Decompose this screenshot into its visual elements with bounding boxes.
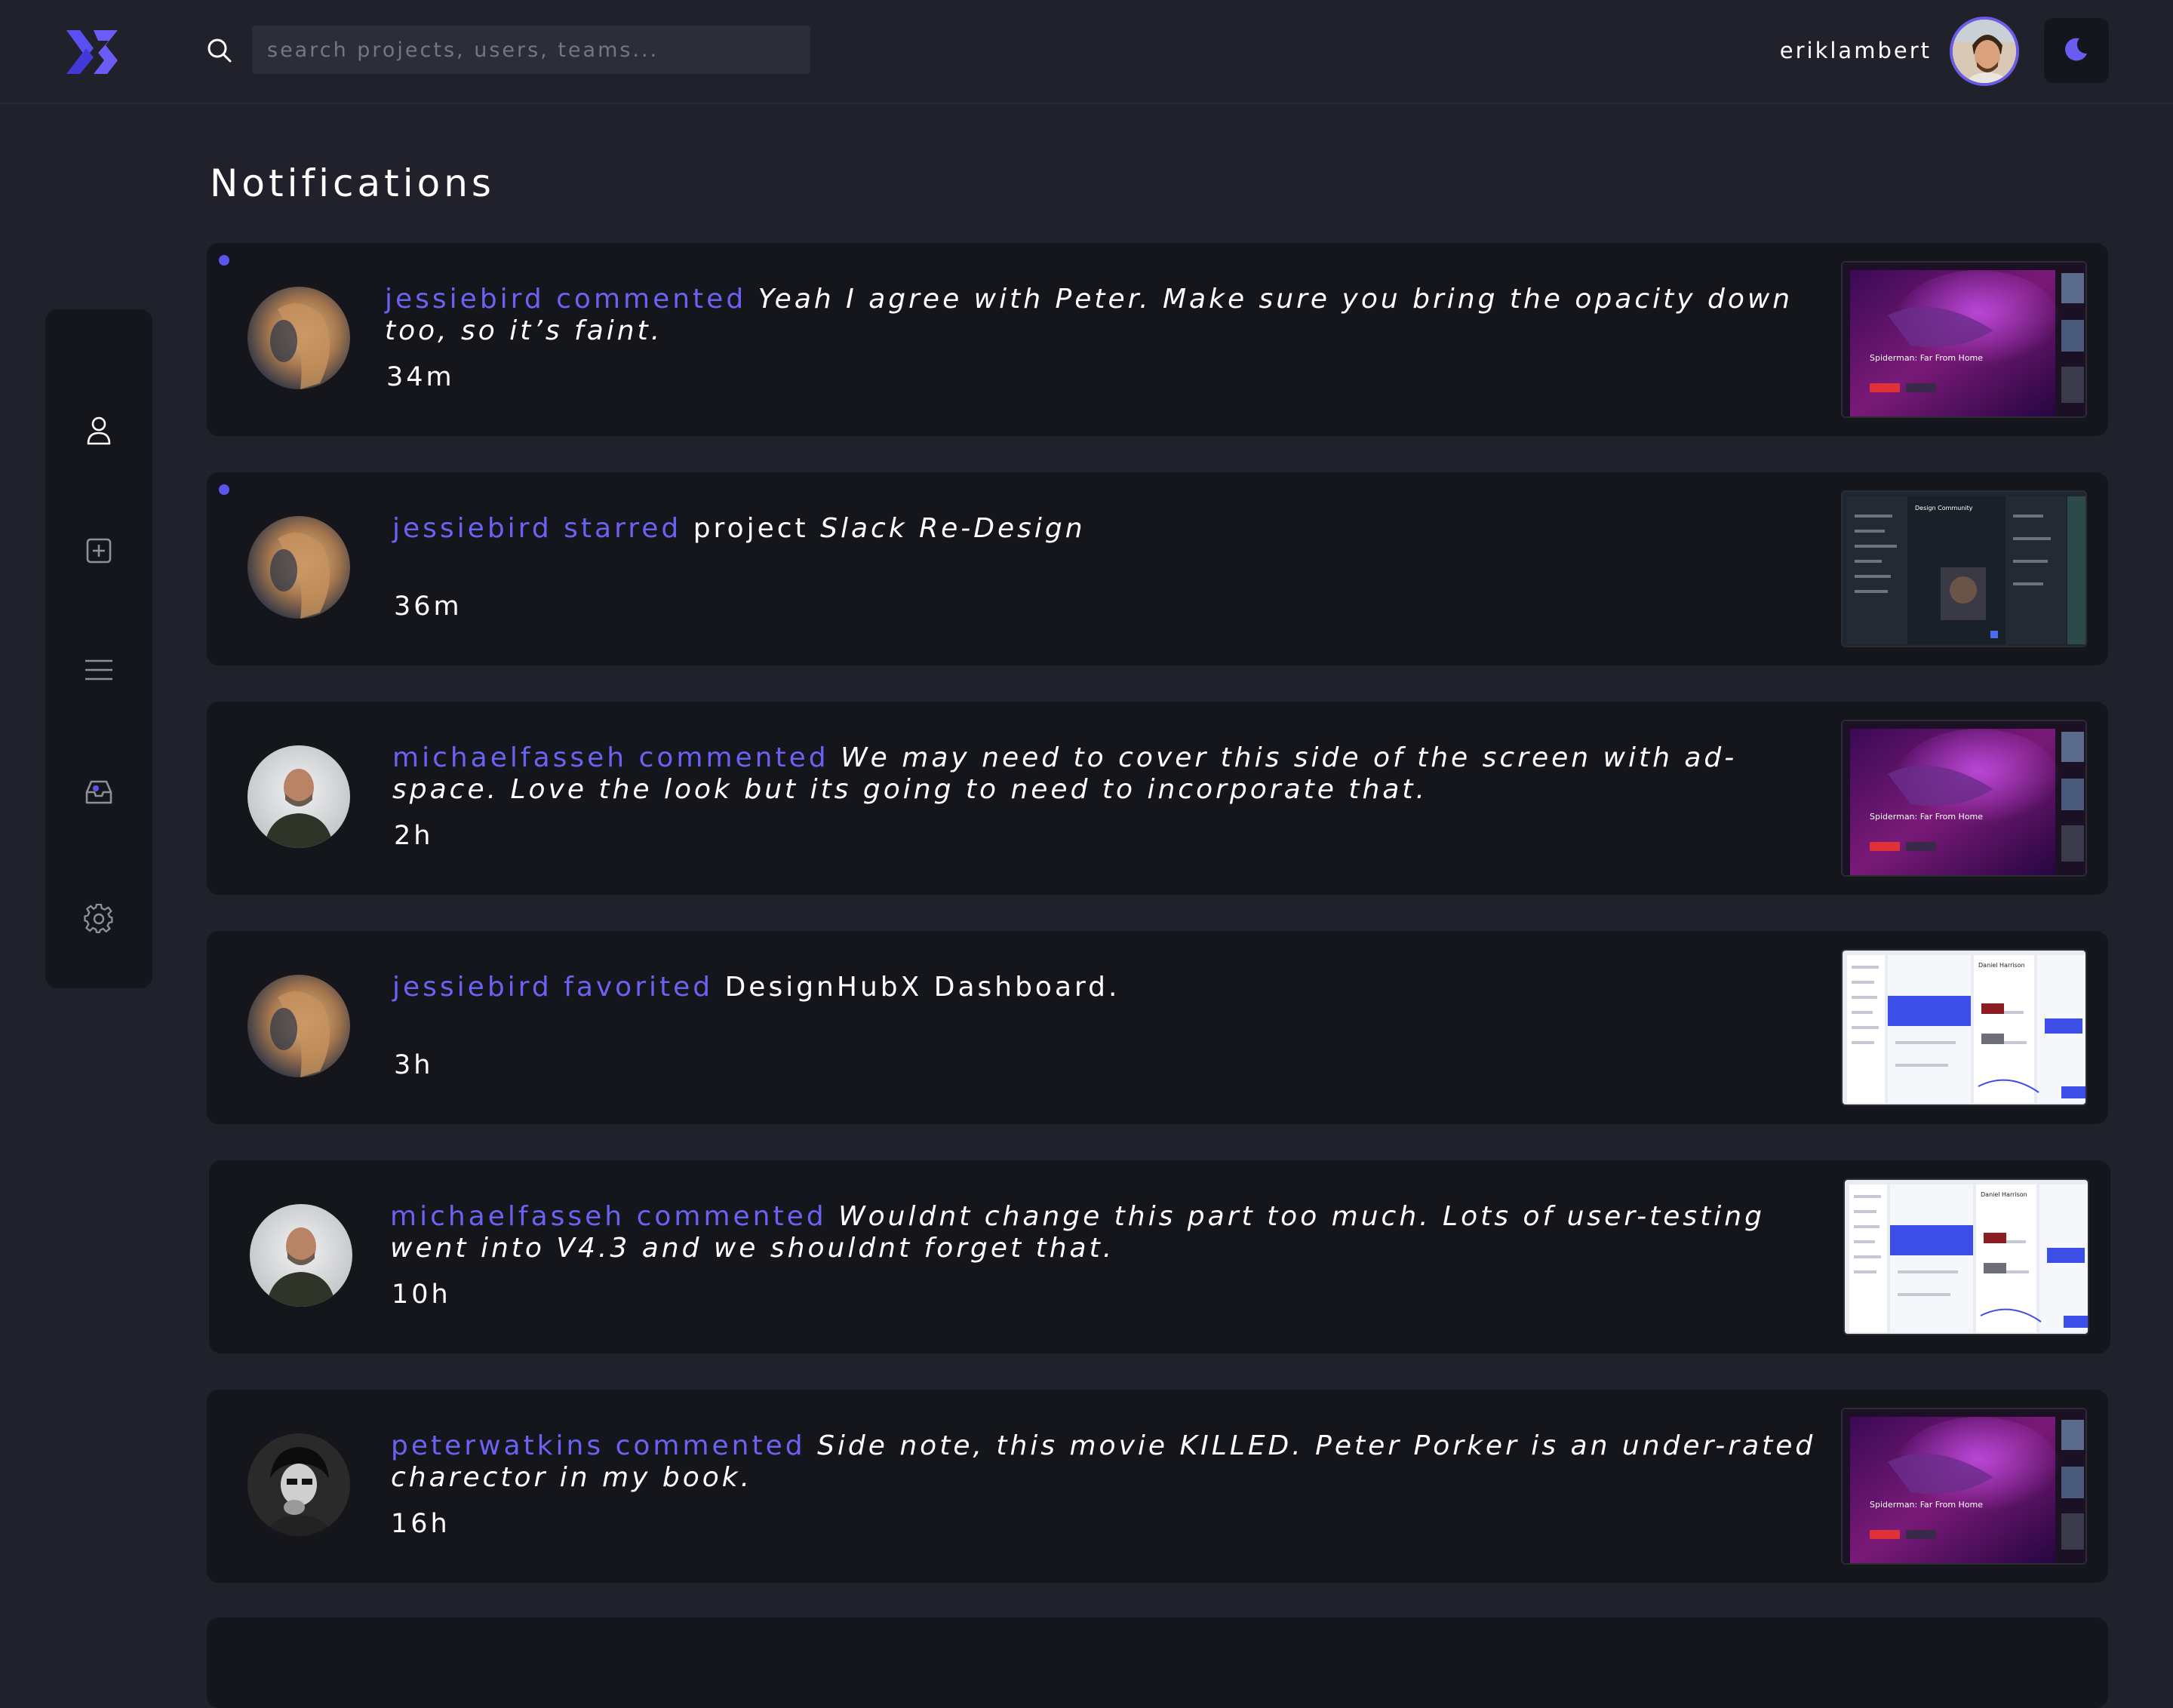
theme-toggle-button[interactable] [2044, 18, 2109, 83]
user-icon [85, 415, 112, 448]
notification-time: 3h [394, 1050, 434, 1080]
notification-text: michaelfasseh commented We may need to c… [392, 742, 1818, 806]
avatar-jessiebird[interactable] [247, 516, 350, 619]
notification-time: 34m [386, 362, 455, 392]
sidebar-item-new-project[interactable] [76, 530, 121, 575]
thumbnail-title: Spiderman: Far From Home [1870, 353, 1983, 363]
notification-time: 10h [392, 1279, 451, 1310]
notification-item[interactable]: jessiebird commented Yeah I agree with P… [207, 243, 2108, 436]
project-thumbnail[interactable]: Spiderman: Far From Home [1841, 1408, 2087, 1565]
search-input[interactable] [252, 26, 810, 74]
unread-dot [219, 255, 229, 266]
notification-time: 16h [391, 1509, 450, 1539]
notification-item[interactable] [207, 1617, 2108, 1708]
notification-text: jessiebird favorited DesignHubX Dashboar… [392, 972, 1818, 1003]
sidebar-item-profile[interactable] [76, 409, 121, 454]
x3-logo-icon[interactable] [63, 26, 121, 78]
search-icon[interactable] [205, 36, 234, 65]
thumbnail-title: Design Community [1915, 505, 1973, 511]
avatar-michaelfasseh[interactable] [250, 1204, 352, 1307]
actor-link[interactable]: michaelfasseh commented [390, 1201, 827, 1232]
menu-icon [84, 658, 114, 685]
avatar-peterwatkins[interactable] [247, 1433, 350, 1536]
project-name[interactable]: Slack Re-Design [820, 513, 1085, 544]
project-thumbnail[interactable]: Spiderman: Far From Home [1841, 261, 2087, 418]
actor-link[interactable]: jessiebird favorited [392, 972, 713, 1003]
notification-time: 36m [394, 591, 463, 622]
notification-item[interactable]: peterwatkins commented Side note, this m… [207, 1390, 2108, 1583]
notification-text: peterwatkins commented Side note, this m… [391, 1430, 1817, 1494]
thumbnail-title: Daniel Harrison [1978, 962, 2025, 969]
username-label[interactable]: eriklambert [1660, 38, 1932, 63]
inbox-active-indicator [93, 785, 99, 791]
avatar-jessiebird[interactable] [247, 287, 350, 389]
actor-link[interactable]: jessiebird starred [392, 513, 681, 544]
sidebar-item-menu[interactable] [76, 649, 121, 694]
project-name[interactable]: DesignHubX Dashboard. [725, 972, 1120, 1003]
top-bar: eriklambert [0, 0, 2173, 104]
notification-text: jessiebird commented Yeah I agree with P… [385, 284, 1811, 347]
notification-item[interactable]: michaelfasseh commented We may need to c… [207, 702, 2108, 895]
moon-icon [2063, 35, 2090, 66]
notification-item[interactable]: jessiebird favorited DesignHubX Dashboar… [207, 931, 2108, 1124]
actor-link[interactable]: michaelfasseh commented [392, 742, 829, 773]
project-thumbnail[interactable]: Daniel Harrison [1843, 1178, 2089, 1335]
thumbnail-title: Spiderman: Far From Home [1870, 812, 1983, 822]
notification-text: jessiebird starred project Slack Re-Desi… [392, 513, 1086, 544]
sidebar-item-inbox[interactable] [76, 771, 121, 816]
project-thumbnail[interactable]: Spiderman: Far From Home [1841, 720, 2087, 877]
page-title: Notifications [210, 161, 495, 205]
project-thumbnail[interactable]: Design Community [1841, 490, 2087, 647]
inbox-icon [85, 779, 113, 808]
avatar-jessiebird[interactable] [247, 975, 350, 1077]
notification-item[interactable]: jessiebird starred project Slack Re-Desi… [207, 472, 2108, 665]
actor-link[interactable]: jessiebird commented [385, 284, 746, 315]
unread-dot [219, 484, 229, 495]
thumbnail-title: Spiderman: Far From Home [1870, 1500, 1983, 1510]
avatar-michaelfasseh[interactable] [247, 745, 350, 848]
plus-square-icon [85, 537, 112, 567]
gear-icon [84, 903, 114, 937]
thumbnail-title: Daniel Harrison [1981, 1191, 2027, 1198]
notification-text: michaelfasseh commented Wouldnt change t… [390, 1201, 1816, 1264]
sidebar-item-settings[interactable] [76, 898, 121, 943]
sidebar [45, 309, 152, 988]
notification-time: 2h [394, 821, 434, 851]
notification-item[interactable]: michaelfasseh commented Wouldnt change t… [209, 1160, 2110, 1353]
project-thumbnail[interactable]: Daniel Harrison [1841, 949, 2087, 1106]
user-avatar[interactable] [1950, 17, 2019, 86]
actor-link[interactable]: peterwatkins commented [391, 1430, 806, 1461]
